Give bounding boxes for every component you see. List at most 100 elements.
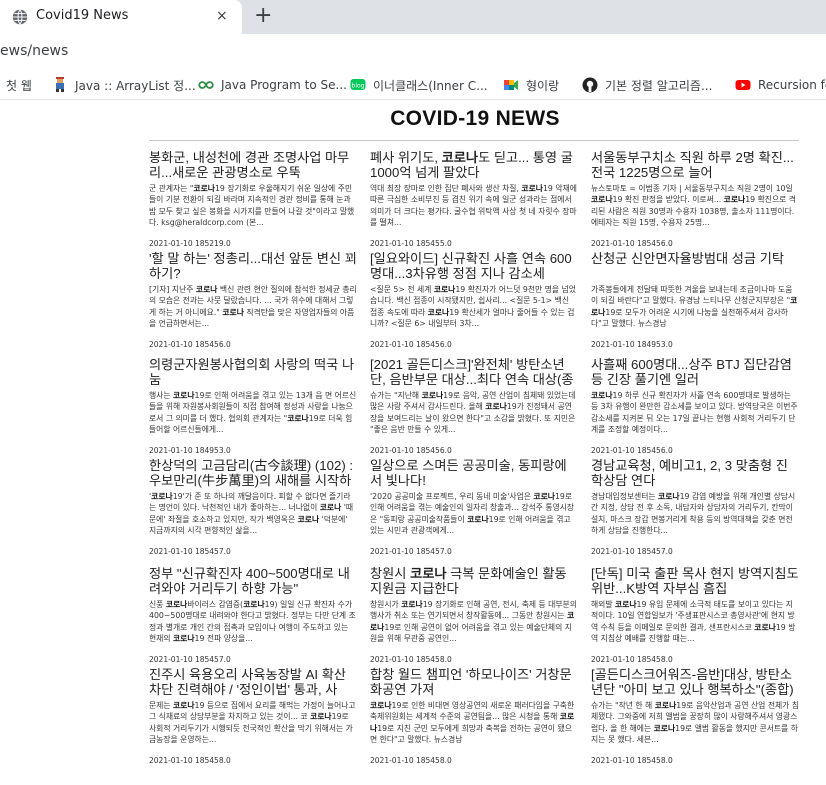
news-article: 사흘째 600명대...상주 BTJ 집단감염 등 긴장 풀기엔 일러코로나19…: [591, 357, 799, 458]
bookmark-label: Java :: ArrayList 정...: [75, 78, 196, 93]
article-date: 2021-01-10 185456.0: [370, 446, 452, 455]
news-article: [2021 골든디스크]'완전체' 방탄소년단, 음반부문 대상...최다 연속…: [370, 357, 578, 458]
article-date: 2021-01-10 185219.0: [149, 239, 231, 248]
news-column: 서울동부구치소 직원 하루 2명 확진...전국 1225명으로 늘어뉴스토마토…: [591, 150, 799, 768]
bookmark-label: 이너클래스(Inner C...: [373, 78, 488, 93]
article-summary: 슈가는 "지난해 코로나19로 음악, 공연 산업이 침체돼 있었는데 많은 사…: [370, 391, 576, 434]
article-date: 2021-01-10 185455.0: [370, 239, 452, 248]
article-summary: 문제는 코로나19 등으로 집에서 요리를 해먹는 가정이 늘어나고 그 식재료…: [149, 701, 356, 744]
title-divider: [149, 140, 799, 141]
youtube-icon: [735, 80, 751, 90]
article-title-link[interactable]: [단독] 미국 출판 목사 현지 방역지침도 위반...K방역 자부심 흠집: [591, 566, 799, 596]
news-article: 정부 "신규확진자 400~500명대로 내려와야 거리두기 하향 가능" 신풍 …: [149, 566, 357, 667]
bookmark-label: Recursion for: [758, 78, 826, 92]
article-summary: 역대 최장 장마로 인한 집단 폐사와 생산 차질, 코로나19 악재에 따른 …: [370, 184, 577, 227]
bookmark-item[interactable]: Java :: ArrayList 정...: [52, 76, 196, 94]
article-summary: 코로나19 하루 신규 확진자가 사흘 연속 600명대로 발생하는 등 3차 …: [591, 391, 798, 434]
article-summary: 가족봉들에게 전달돼 따뜻한 겨울을 보내는데 조금이나마 도움이 되길 바란다…: [591, 285, 798, 328]
article-date: 2021-01-10 185456.0: [591, 239, 673, 248]
news-article: [단독] 미국 출판 목사 현지 방역지침도 위반...K방역 자부심 흠집해외…: [591, 566, 799, 667]
bookmark-item[interactable]: 형이랑: [503, 76, 559, 94]
article-title-link[interactable]: [골든디스크어워즈-음반]대상, 방탄소년단 "아미 보고 있나 행복하소"(종…: [591, 667, 799, 697]
article-title-link[interactable]: 한상덕의 고금담리(古今談理) (102) : 우보만리(牛步萬里)의 새해를 …: [149, 458, 357, 488]
article-summary: 코로나19로 인한 비대면 영상공연의 새로운 패러다임을 구축한 축제위원회는…: [370, 701, 575, 744]
github-icon: [582, 77, 598, 93]
bookmark-item[interactable]: Java Program to Se...: [198, 76, 347, 94]
bookmark-item[interactable]: blog 이너클래스(Inner C...: [350, 76, 488, 94]
bookmark-label: 첫 웹: [6, 78, 32, 93]
article-date: 2021-01-10 185457.0: [370, 547, 452, 556]
article-title-link[interactable]: 봉화군, 내성천에 경관 조명사업 마무리...새로운 관광명소로 우뚝: [149, 150, 357, 180]
close-tab-icon[interactable]: ×: [216, 8, 228, 24]
article-summary: 슈가는 "작년 한 해 코로나19로 음악산업과 공연 산업 전체가 침체됐다.…: [591, 701, 799, 744]
article-title-link[interactable]: 진주시 육용오리 사육농장발 AI 확산차단 진력해야 / '정인이법' 통과,…: [149, 667, 357, 697]
address-bar[interactable]: ews/news: [0, 34, 826, 70]
article-title-link[interactable]: 경남교육청, 예비고1, 2, 3 맞춤형 진학상담 연다: [591, 458, 799, 488]
person-icon: [56, 77, 64, 92]
news-article: 폐사 위기도, 코로나도 딛고... 통영 굴 1000억 넘게 팔았다역대 최…: [370, 150, 578, 251]
article-title-link[interactable]: '할 말 하는' 정총리...대선 앞둔 변신 꾀하기?: [149, 251, 357, 281]
article-date: 2021-01-10 185456.0: [149, 340, 231, 349]
article-title-link[interactable]: 의령군자원봉사협의회 사랑의 떡국 나눔: [149, 357, 357, 387]
article-title-link[interactable]: 사흘째 600명대...상주 BTJ 집단감염 등 긴장 풀기엔 일러: [591, 357, 799, 387]
news-article: 봉화군, 내성천에 경관 조명사업 마무리...새로운 관광명소로 우뚝군 관계…: [149, 150, 357, 251]
page-title: COVID-19 NEWS: [390, 107, 560, 130]
article-title-link[interactable]: [2021 골든디스크]'완전체' 방탄소년단, 음반부문 대상...최다 연속…: [370, 357, 578, 387]
news-article: 한상덕의 고금담리(古今談理) (102) : 우보만리(牛步萬里)의 새해를 …: [149, 458, 357, 566]
bookmark-label: Java Program to Se...: [221, 78, 347, 92]
news-article: [골든디스크어워즈-음반]대상, 방탄소년단 "아미 보고 있나 행복하소"(종…: [591, 667, 799, 768]
article-title-link[interactable]: 폐사 위기도, 코로나도 딛고... 통영 굴 1000억 넘게 팔았다: [370, 150, 578, 180]
article-date: 2021-01-10 185457.0: [149, 547, 231, 556]
news-column: 봉화군, 내성천에 경관 조명사업 마무리...새로운 관광명소로 우뚝군 관계…: [149, 150, 357, 768]
article-date: 2021-01-10 185458.0: [591, 756, 673, 765]
article-date: 2021-01-10 185457.0: [149, 655, 231, 664]
meet-icon: [504, 80, 518, 90]
article-summary: [기자] 지난주 코로나 백신 관련 현안 질의에 참석한 정세균 총리의 모습…: [149, 285, 357, 328]
news-article: 산청군 신안면자율방범대 성금 기탁가족봉들에게 전달돼 따뜻한 겨울을 보내는…: [591, 251, 799, 357]
article-date: 2021-01-10 185458.0: [149, 756, 231, 765]
article-date: 2021-01-10 184953.0: [591, 340, 673, 349]
bookmark-item[interactable]: 첫 웹: [6, 76, 32, 94]
bookmarks-bar: 첫 웹 Java :: ArrayList 정... Java Program …: [0, 70, 826, 100]
news-article: '할 말 하는' 정총리...대선 앞둔 변신 꾀하기? [기자] 지난주 코로나…: [149, 251, 357, 357]
news-article: 의령군자원봉사협의회 사랑의 떡국 나눔행사는 코로나19로 인해 어려움을 겪…: [149, 357, 357, 458]
globe-icon: [12, 9, 28, 25]
news-article: 합창 월드 챔피언 '하모나이즈' 거창문화공연 가져코로나19로 인한 비대면…: [370, 667, 578, 768]
article-summary: 뉴스토마토 = 이범종 기자 | 서울동부구치소 직원 2명이 10일 코로나1…: [591, 184, 796, 227]
article-title-link[interactable]: 서울동부구치소 직원 하루 2명 확진...전국 1225명으로 늘어: [591, 150, 799, 180]
article-title-link[interactable]: 산청군 신안면자율방범대 성금 기탁: [591, 251, 799, 281]
url-text[interactable]: ews/news: [0, 43, 68, 59]
tab-title: Covid19 News: [36, 8, 129, 23]
article-title-link[interactable]: 일상으로 스며든 공공미술, 동피랑에서 빛나다!: [370, 458, 578, 488]
article-summary: 군 관계자는 "코로나19 장기화로 우울해지기 쉬운 일상에 주민들이 기분 …: [149, 184, 355, 227]
news-article: 창원시 코로나 극복 문화예술인 활동지원금 지급한다 창원시가 코로나19 장기…: [370, 566, 578, 667]
news-article: 진주시 육용오리 사육농장발 AI 확산차단 진력해야 / '정인이법' 통과,…: [149, 667, 357, 768]
article-summary: <질문 5> 전 세계 코로나19 확진자가 어느덧 9천만 명을 넘었습니다.…: [370, 285, 576, 328]
news-article: 서울동부구치소 직원 하루 2명 확진...전국 1225명으로 늘어뉴스토마토…: [591, 150, 799, 251]
bookmark-item[interactable]: Recursion for: [735, 76, 826, 94]
article-title-link[interactable]: [일요와이드] 신규확진 사흘 연속 600명대...3차유행 정점 지나 감소…: [370, 251, 578, 281]
browser-tab[interactable]: Covid19 News ×: [0, 0, 242, 34]
article-summary: 행사는 코로나19로 인해 어려움을 겪고 있는 13개 읍 면 어르신들을 위…: [149, 391, 357, 434]
article-date: 2021-01-10 185458.0: [370, 756, 452, 765]
blog-icon: blog: [350, 79, 366, 90]
article-date: 2021-01-10 184953.0: [149, 446, 231, 455]
article-date: 2021-01-10 185457.0: [591, 547, 673, 556]
article-date: 2021-01-10 185458.0: [370, 655, 452, 664]
article-summary: '코로나19'가 준 또 하나의 깨달음이다. 피할 수 없다면 즐기라는 명언…: [149, 492, 354, 535]
news-column: 폐사 위기도, 코로나도 딛고... 통영 굴 1000억 넘게 팔았다역대 최…: [370, 150, 578, 768]
article-title-link[interactable]: 창원시 코로나 극복 문화예술인 활동지원금 지급한다: [370, 566, 578, 596]
article-title-link[interactable]: 합창 월드 챔피언 '하모나이즈' 거창문화공연 가져: [370, 667, 578, 697]
new-tab-button[interactable]: +: [254, 3, 272, 29]
article-date: 2021-01-10 185456.0: [370, 340, 452, 349]
article-date: 2021-01-10 185458.0: [591, 655, 673, 664]
article-summary: 경남대입정보센터는 코로나19 감염 예방을 위해 개인별 상담시간 지정, 상…: [591, 492, 796, 535]
svg-text:blog: blog: [352, 83, 365, 90]
bookmark-label: 형이랑: [526, 78, 560, 93]
article-title-link[interactable]: 정부 "신규확진자 400~500명대로 내려와야 거리두기 하향 가능": [149, 566, 357, 596]
article-date: 2021-01-10 185456.0: [591, 446, 673, 455]
article-summary: 해외발 코로나19 유입 문제에 소극적 태도를 보이고 있다는 지적이다. 1…: [591, 600, 796, 643]
tab-strip: Covid19 News × +: [0, 0, 826, 34]
bookmark-item[interactable]: 기본 정렬 알고리즘...: [582, 76, 712, 94]
news-article: [일요와이드] 신규확진 사흘 연속 600명대...3차유행 정점 지나 감소…: [370, 251, 578, 357]
